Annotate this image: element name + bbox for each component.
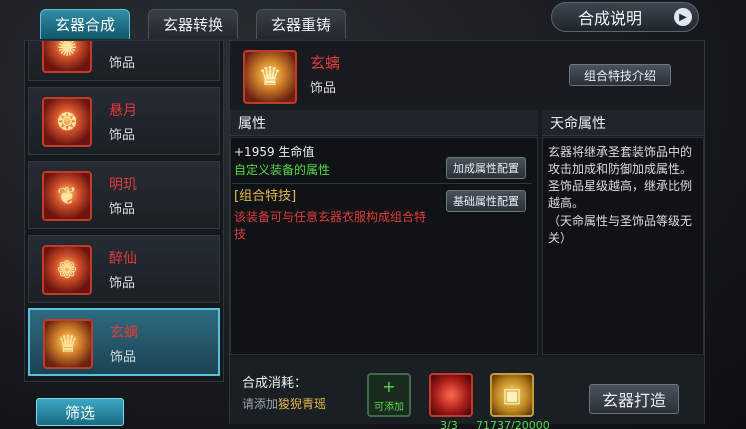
red-orb-icon[interactable] [429, 373, 473, 417]
list-item-xuanyue[interactable]: ❂ 悬月 饰品 [28, 87, 220, 155]
synthesis-help-button[interactable]: 合成说明 ▶ [551, 2, 699, 32]
hint-prefix: 请添加 [242, 397, 279, 411]
item-name: 玄螭 [110, 325, 138, 341]
crab-ornament-icon: ✺ [42, 41, 92, 73]
filter-label: 筛选 [64, 403, 95, 422]
item-list[interactable]: ✺ 饰品 ❂ 悬月 饰品 ❦ 明玑 饰品 ❁ 醉仙 饰品 ♛ 玄螭 饰品 [24, 40, 224, 382]
add-config-label: 加成属性配置 [453, 162, 519, 175]
list-item-xuanchi[interactable]: ♛ 玄螭 饰品 [28, 308, 220, 376]
lantern-icon: ❂ [42, 97, 92, 147]
gold-chest-icon[interactable]: ▣ [490, 373, 534, 417]
selected-item-name: 玄螭 [310, 54, 341, 72]
item-type: 饰品 [109, 202, 136, 217]
add-material-slot[interactable]: + 可添加 [367, 373, 411, 417]
base-config-label: 基础属性配置 [453, 195, 519, 208]
fate-desc: 玄器将继承圣套装饰品中的攻击加成和防御加成属性。圣饰品星级越高，继承比例越高。 [548, 145, 693, 210]
cost-label: 合成消耗： [242, 376, 308, 391]
item-type: 饰品 [110, 350, 137, 365]
item-name: 醉仙 [109, 251, 137, 267]
cost-hint: 请添加狻猊青瑶 [242, 396, 326, 413]
fate-note: （天命属性与圣饰品等级无关） [548, 214, 693, 245]
tab-label: 玄器合成 [54, 16, 115, 34]
item-type: 饰品 [109, 56, 136, 71]
tab-xuanqi-convert[interactable]: 玄器转换 [148, 9, 238, 39]
add-slot-label: 可添加 [374, 402, 404, 413]
combo-intro-label: 组合特技介绍 [583, 68, 656, 83]
filter-button[interactable]: 筛选 [36, 398, 124, 426]
item-type: 饰品 [109, 128, 136, 143]
combo-desc: 该装备可与任意玄器衣服构成组合特技 [234, 210, 427, 241]
forge-label: 玄器打造 [601, 391, 666, 410]
list-item-mingji[interactable]: ❦ 明玑 饰品 [28, 161, 220, 229]
gold-count: 71737/20000 [476, 419, 550, 429]
tab-xuanqi-synthesis[interactable]: 玄器合成 [40, 9, 130, 39]
item-name: 明玑 [109, 177, 137, 193]
attributes-title: 属性 [238, 115, 266, 132]
dragon-seal-icon: ♛ [243, 50, 297, 104]
attributes-header: 属性 [230, 110, 538, 136]
forge-button[interactable]: 玄器打造 [589, 384, 679, 414]
tab-xuanqi-recast[interactable]: 玄器重铸 [256, 9, 346, 39]
list-item-zuixian[interactable]: ❁ 醉仙 饰品 [28, 235, 220, 303]
base-config-button[interactable]: 基础属性配置 [446, 190, 526, 212]
fate-title: 天命属性 [550, 115, 606, 132]
add-config-button[interactable]: 加成属性配置 [446, 157, 526, 179]
item-name: 悬月 [109, 103, 137, 119]
hint-item: 狻猊青瑶 [278, 397, 327, 411]
item-type: 饰品 [109, 276, 136, 291]
plus-icon: + [382, 377, 396, 396]
phoenix-ornament-icon: ❦ [42, 171, 92, 221]
fate-header: 天命属性 [542, 110, 704, 136]
combo-title: [组合特技] [234, 189, 297, 204]
tab-label: 玄器重铸 [270, 16, 331, 34]
combo-intro-button[interactable]: 组合特技介绍 [569, 64, 671, 86]
divider [232, 183, 532, 184]
play-arrow-icon: ▶ [674, 8, 692, 26]
list-item-crab[interactable]: ✺ 饰品 [28, 41, 220, 81]
orb-count: 3/3 [440, 419, 458, 429]
hp-line: +1959 生命值 [234, 145, 315, 159]
selected-item-type: 饰品 [310, 81, 337, 96]
gourd-icon: ❁ [42, 245, 92, 295]
synthesis-help-label: 合成说明 [578, 9, 643, 28]
custom-attr-text: 自定义装备的属性 [234, 163, 331, 177]
dragon-seal-icon: ♛ [43, 319, 93, 369]
tab-label: 玄器转换 [162, 16, 223, 34]
